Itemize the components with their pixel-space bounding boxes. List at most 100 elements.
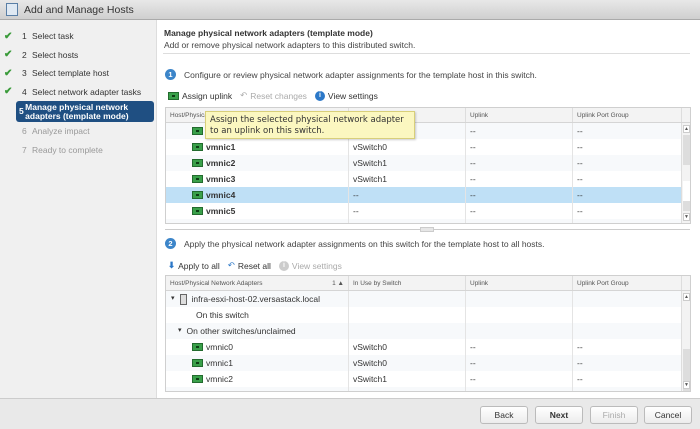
portgroup-cell: [573, 219, 682, 223]
adapter-name: vmnic4: [206, 190, 236, 200]
column-header[interactable]: In Use by Switch: [349, 276, 466, 290]
empty-cell: [573, 307, 682, 323]
section1-instructions: 1 Configure or review physical network a…: [165, 69, 537, 80]
next-button[interactable]: Next: [535, 406, 583, 424]
info-icon: i: [278, 260, 289, 271]
all-hosts-table: Host/Physical Network Adapters 1 ▲ In Use …: [165, 275, 691, 392]
finish-button[interactable]: Finish: [590, 406, 638, 424]
info-icon: i: [314, 90, 325, 101]
wizard-step-7: 7 Ready to complete: [0, 141, 156, 160]
wizard-step-5[interactable]: 5 Manage physical network adapters (templ…: [16, 101, 154, 122]
scrollbar[interactable]: ▲ ▼: [681, 291, 690, 391]
apply-to-all-button[interactable]: ⬇ Apply to all: [168, 260, 220, 271]
table-row[interactable]: vmnic3 vSwitch1: [166, 387, 690, 391]
portgroup-cell: --: [573, 203, 682, 219]
empty-cell: [349, 307, 466, 323]
down-arrow-icon: ⬇: [168, 260, 176, 270]
column-header-label: Uplink: [470, 112, 489, 119]
empty-cell: [349, 291, 466, 307]
uplink-cell: --: [466, 155, 573, 171]
view-settings-button-2[interactable]: i View settings: [278, 260, 342, 271]
tree-label: On other switches/unclaimed: [186, 326, 296, 336]
table-row[interactable]: vmnic1 vSwitch0 -- --: [166, 139, 690, 155]
sort-indicator[interactable]: 1 ▲: [332, 276, 344, 291]
section2-text: Apply the physical network adapter assig…: [184, 238, 545, 249]
empty-cell: [573, 291, 682, 307]
portgroup-cell: [573, 387, 682, 391]
table-row[interactable]: vmnic5 -- -- --: [166, 203, 690, 219]
portgroup-cell: --: [573, 123, 682, 139]
column-header-label: Uplink Port Group: [577, 112, 629, 119]
wizard-step-4[interactable]: ✔ 4 Select network adapter tasks: [0, 83, 156, 102]
table-row[interactable]: vmnic3 vSwitch1 -- --: [166, 171, 690, 187]
uplink-cell: --: [466, 339, 573, 355]
step-number: 1: [22, 31, 27, 42]
nic-icon: [192, 127, 203, 135]
page-title: Manage physical network adapters (templa…: [164, 28, 373, 38]
tree-row[interactable]: On this switch: [166, 307, 690, 323]
column-header[interactable]: Uplink Port Group: [573, 108, 682, 122]
table-row[interactable]: vmnic1 vSwitch0 -- --: [166, 355, 690, 371]
section1-text: Configure or review physical network ada…: [184, 69, 537, 80]
table-row[interactable]: vmnic2 vSwitch1 -- --: [166, 371, 690, 387]
switch-cell: vSwitch1: [349, 387, 466, 391]
uplink-cell: --: [466, 139, 573, 155]
tree-row[interactable]: ▾ infra-esxi-host-02.versastack.local: [166, 291, 690, 307]
scrollbar[interactable]: ▲ ▼: [681, 123, 690, 223]
adapter-cell: vmnic1: [166, 139, 349, 155]
checkmark-icon: ✔: [4, 30, 13, 42]
step-label: Select network adapter tasks: [32, 86, 142, 97]
empty-cell: [466, 307, 573, 323]
collapse-arrow-icon[interactable]: ▾: [178, 323, 182, 339]
step-number: 3: [22, 68, 27, 79]
back-button[interactable]: Back: [480, 406, 528, 424]
uplink-cell: --: [466, 355, 573, 371]
reset-all-button[interactable]: ↶ Reset all: [228, 260, 271, 271]
column-header-label: Uplink: [470, 280, 489, 287]
assign-uplink-button[interactable]: Assign uplink: [168, 91, 232, 101]
step-label: Select template host: [32, 68, 110, 79]
wizard-steps: ✔ 1 Select task ✔ 2 Select hosts ✔ 3 Select temp…: [0, 20, 157, 398]
pane-splitter[interactable]: [165, 227, 690, 232]
wizard-step-1[interactable]: ✔ 1 Select task: [0, 27, 156, 46]
undo-icon: ↶: [240, 90, 248, 100]
nic-icon: [192, 175, 203, 183]
wizard-step-2[interactable]: ✔ 2 Select hosts: [0, 46, 156, 65]
nic-icon: [192, 359, 203, 367]
table-row[interactable]: vmnic2 vSwitch1 -- --: [166, 155, 690, 171]
portgroup-cell: --: [573, 171, 682, 187]
reset-changes-label: Reset changes: [250, 90, 307, 101]
view-settings-label: View settings: [327, 90, 378, 101]
column-header[interactable]: Uplink Port Group: [573, 276, 682, 290]
checkmark-icon: ✔: [4, 67, 13, 79]
table-row[interactable]: vmnic0vSwitch0----: [166, 339, 690, 355]
portgroup-cell: --: [573, 187, 682, 203]
adapter-name: vmnic5: [206, 206, 236, 216]
switch-cell: --: [349, 187, 466, 203]
switch-cell: --: [349, 203, 466, 219]
portgroup-cell: --: [573, 155, 682, 171]
wizard-step-3[interactable]: ✔ 3 Select template host: [0, 64, 156, 83]
collapse-arrow-icon[interactable]: ▾: [171, 291, 175, 307]
cancel-button[interactable]: Cancel: [644, 406, 692, 424]
divider: [163, 53, 690, 54]
tree-row[interactable]: ▾ On other switches/unclaimed: [166, 323, 690, 339]
undo-icon: ↶: [227, 260, 235, 270]
reset-changes-button[interactable]: ↶ Reset changes: [240, 90, 307, 101]
title-bar: Add and Manage Hosts: [0, 0, 700, 20]
wizard-footer: Back Next Finish Cancel: [0, 398, 700, 429]
adapter-name: vmnic2: [206, 374, 233, 384]
column-header[interactable]: Uplink: [466, 276, 573, 290]
column-header[interactable]: Uplink: [466, 108, 573, 122]
switch-cell: iScsiBootvSwitch: [349, 219, 466, 223]
step-badge-2: 2: [165, 238, 176, 249]
switch-cell: vSwitch1: [349, 371, 466, 387]
step-label: Manage physical network adapters (templa…: [25, 101, 129, 121]
table-row[interactable]: vmnic6 iScsiBootvSwitch: [166, 219, 690, 223]
wizard-icon: [6, 3, 18, 16]
view-settings-button[interactable]: i View settings: [314, 90, 378, 101]
column-header[interactable]: Host/Physical Network Adapters 1 ▲: [166, 276, 349, 290]
table-row[interactable]: vmnic4 -- -- --: [166, 187, 690, 203]
uplink-cell: [466, 387, 573, 391]
portgroup-cell: --: [573, 355, 682, 371]
